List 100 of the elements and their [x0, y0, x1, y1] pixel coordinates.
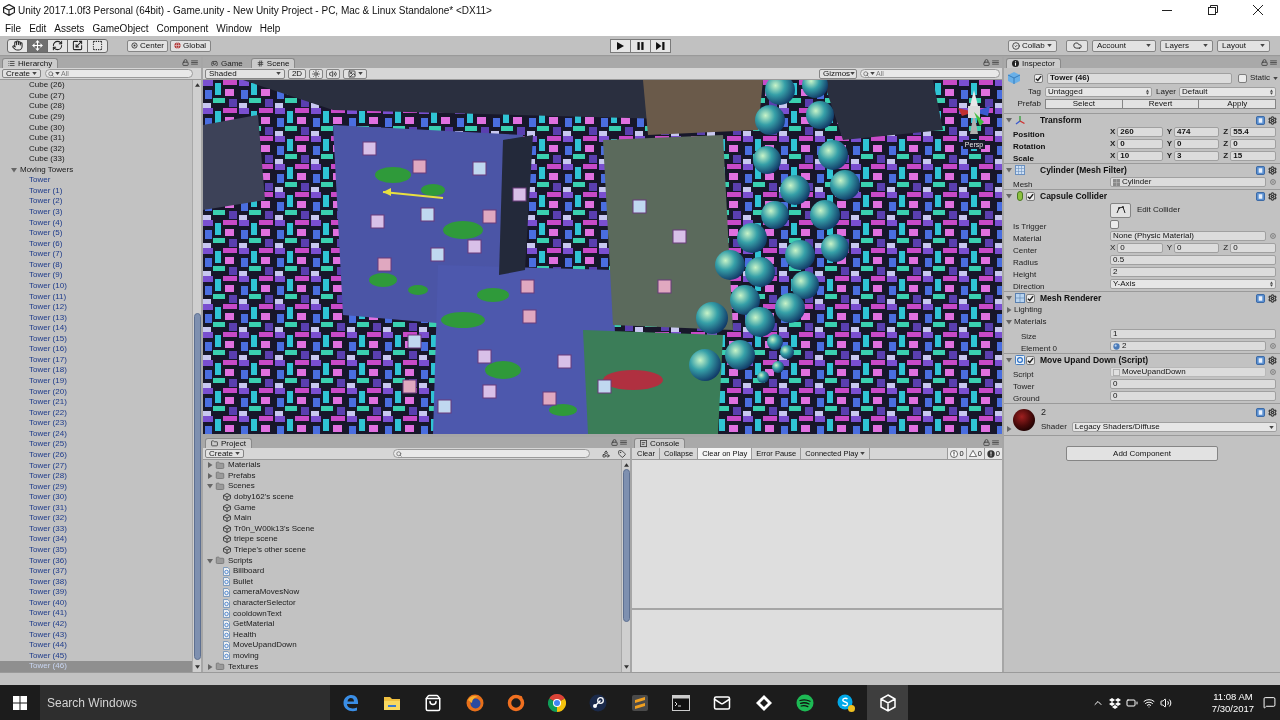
foldout-toggle[interactable]: Lighting [1006, 304, 1043, 316]
hierarchy-item[interactable]: Cube (31) [0, 132, 192, 144]
hierarchy-item[interactable]: Tower (44) [0, 639, 192, 651]
number-field[interactable]: 0 [1110, 391, 1276, 401]
help-icon[interactable] [1256, 293, 1265, 303]
scrollbar-thumb[interactable] [193, 313, 201, 660]
help-icon[interactable] [1256, 115, 1265, 125]
number-field[interactable]: 0 [1117, 243, 1163, 253]
foldout-arrow-icon[interactable] [1006, 357, 1012, 363]
project-item[interactable]: Scripts [203, 555, 621, 566]
hierarchy-item[interactable]: Tower (10) [0, 280, 192, 292]
project-item[interactable]: triepe scene [203, 534, 621, 545]
lock-icon[interactable] [983, 439, 990, 446]
number-field[interactable]: 0.5 [1110, 255, 1276, 265]
cloud-button[interactable] [1066, 39, 1088, 52]
number-field[interactable]: 0 [1110, 379, 1276, 389]
playback-button[interactable] [649, 38, 671, 53]
name-field[interactable]: Tower (46) [1047, 72, 1232, 84]
stacked-diamonds-icon[interactable] [1108, 696, 1121, 709]
project-item[interactable]: Game [203, 502, 621, 513]
hierarchy-item[interactable]: Tower (34) [0, 534, 192, 545]
scroll-up-icon[interactable] [623, 463, 629, 467]
project-item[interactable]: cameraMovesNow [203, 587, 621, 598]
number-field[interactable]: 55.4 [1230, 127, 1276, 137]
project-item[interactable]: Billboard [203, 565, 621, 577]
foldout-arrow-icon[interactable] [1006, 193, 1012, 199]
wifi-icon[interactable] [1142, 696, 1155, 709]
panel-tab[interactable]: Inspector [1006, 58, 1061, 68]
settings-icon[interactable] [1268, 293, 1277, 303]
pivot-button[interactable]: Center [127, 39, 168, 52]
scroll-up-icon[interactable] [194, 83, 200, 87]
settings-icon[interactable] [1268, 115, 1277, 125]
prefab-button[interactable]: Revert [1121, 99, 1200, 109]
edit-collider-button[interactable] [1110, 202, 1131, 218]
hierarchy-item[interactable]: Cube (33) [0, 153, 192, 165]
object-field[interactable]: None (Physic Material) [1110, 231, 1266, 241]
hierarchy-item[interactable]: Tower (42) [0, 618, 192, 630]
hierarchy-item[interactable]: Tower (41) [0, 608, 192, 619]
hierarchy-item[interactable]: Tower (4) [0, 217, 192, 228]
hierarchy-item[interactable]: Tower (17) [0, 354, 192, 366]
playback-button[interactable] [629, 38, 651, 53]
help-icon[interactable] [1256, 191, 1265, 201]
settings-icon[interactable] [1268, 355, 1277, 365]
menu-item[interactable]: Help [259, 20, 281, 36]
hierarchy-item[interactable]: Cube (28) [0, 101, 192, 112]
hierarchy-item[interactable]: Tower (5) [0, 227, 192, 239]
hierarchy-item[interactable]: Tower (32) [0, 513, 192, 524]
hierarchy-item[interactable]: Tower (30) [0, 491, 192, 503]
project-item[interactable]: characterSelector [203, 597, 621, 609]
active-checkbox[interactable] [1034, 73, 1043, 83]
hierarchy-item[interactable]: Tower (27) [0, 460, 192, 471]
prefab-button[interactable]: Apply [1198, 99, 1276, 109]
project-item[interactable]: doby162's scene [203, 491, 621, 503]
project-item[interactable]: cooldownText [203, 608, 621, 619]
number-field[interactable]: 0 [1174, 243, 1220, 253]
static-checkbox[interactable] [1238, 73, 1247, 83]
hierarchy-item[interactable]: Tower (28) [0, 470, 192, 482]
scrollbar-thumb[interactable] [622, 469, 630, 622]
hierarchy-item[interactable]: Tower (18) [0, 365, 192, 376]
hierarchy-item[interactable]: Tower (2) [0, 196, 192, 207]
number-field[interactable]: 1 [1110, 329, 1276, 339]
component-enabled-checkbox[interactable] [1026, 293, 1035, 303]
taskbar-search-field[interactable]: Search Windows [40, 685, 330, 720]
number-field[interactable]: 3 [1174, 151, 1220, 161]
tool-button[interactable] [67, 38, 88, 53]
number-field[interactable]: 2 [1110, 267, 1276, 277]
number-field[interactable]: 15 [1230, 151, 1276, 161]
menu-item[interactable]: Component [156, 20, 209, 36]
project-item[interactable]: Tr0n_W00k13's Scene [203, 523, 621, 535]
hierarchy-item[interactable]: Tower (40) [0, 597, 192, 609]
project-item[interactable]: moving [203, 650, 621, 662]
menu-item[interactable]: File [5, 20, 22, 36]
hierarchy-item[interactable]: Tower (26) [0, 449, 192, 461]
filter-type-button[interactable] [600, 448, 613, 459]
hierarchy-item[interactable]: Tower [0, 175, 192, 186]
project-item[interactable]: Prefabs [203, 470, 621, 482]
hierarchy-item[interactable]: Tower (15) [0, 333, 192, 345]
number-field[interactable]: 0 [1174, 139, 1220, 149]
hierarchy-item[interactable]: Tower (25) [0, 439, 192, 450]
project-item[interactable]: Main [203, 512, 621, 524]
hierarchy-item[interactable]: Tower (8) [0, 259, 192, 271]
speaker-icon[interactable] [1159, 696, 1172, 709]
toolbar-dropdown[interactable]: Layers [1160, 39, 1213, 52]
hierarchy-item[interactable]: Cube (27) [0, 90, 192, 102]
scrollbar[interactable] [192, 80, 201, 672]
hierarchy-item[interactable]: Tower (14) [0, 322, 192, 334]
scrollbar[interactable] [621, 460, 630, 672]
pivot-button[interactable]: Global [170, 39, 211, 52]
hierarchy-item[interactable]: Tower (12) [0, 301, 192, 313]
tag-dropdown[interactable]: Untagged [1045, 87, 1152, 97]
foldout-arrow-icon[interactable] [1006, 167, 1012, 173]
scroll-down-icon[interactable] [623, 665, 629, 669]
project-search-field[interactable] [393, 449, 591, 458]
foldout-arrow-icon[interactable] [1006, 295, 1012, 301]
settings-icon[interactable] [1268, 408, 1277, 417]
toolbar-dropdown[interactable]: Layout [1217, 39, 1270, 52]
menu-item[interactable]: GameObject [92, 20, 149, 36]
hierarchy-item[interactable]: Tower (35) [0, 544, 192, 556]
hierarchy-item[interactable]: Tower (24) [0, 428, 192, 440]
foldout-arrow-icon[interactable] [11, 166, 17, 173]
